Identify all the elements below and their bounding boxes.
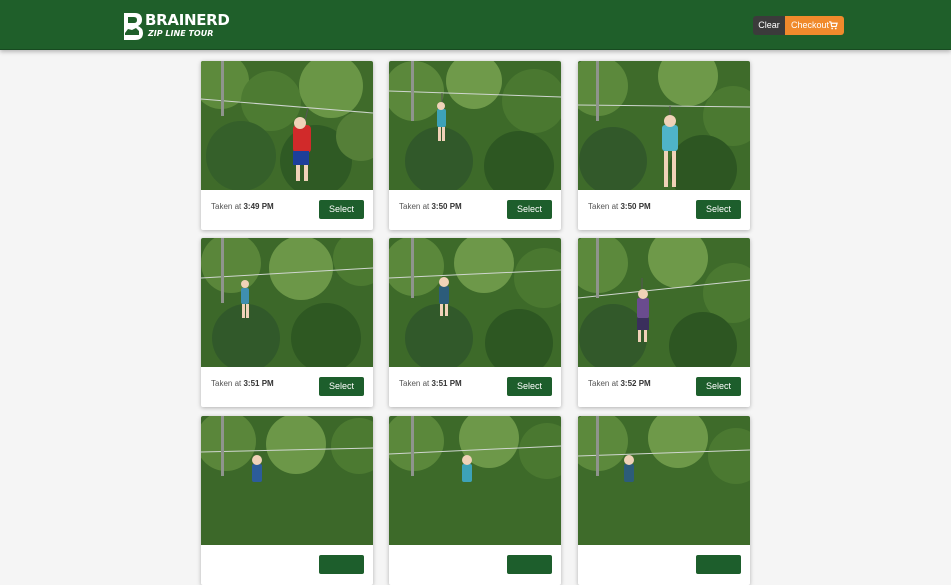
photo-caption: Taken at 3:51 PM [399, 379, 462, 388]
photo-caption: Taken at 3:49 PM [211, 202, 274, 211]
cart-icon [829, 21, 838, 30]
zipline-photo[interactable] [201, 61, 373, 190]
select-button[interactable]: Select [319, 377, 364, 396]
select-button[interactable] [507, 555, 552, 574]
select-button[interactable]: Select [507, 200, 552, 219]
zipline-photo[interactable] [578, 238, 750, 367]
zipline-photo[interactable] [578, 61, 750, 190]
clear-button[interactable]: Clear [753, 16, 785, 35]
zipline-photo[interactable] [201, 238, 373, 367]
photo-caption: Taken at 3:50 PM [588, 202, 651, 211]
photo-grid: Taken at 3:49 PM Select Taken at 3:50 PM… [0, 0, 951, 585]
photo-card[interactable]: Taken at 3:51 PM Select [201, 238, 373, 407]
photo-caption: Taken at 3:52 PM [588, 379, 651, 388]
photo-caption: Taken at 3:50 PM [399, 202, 462, 211]
photo-card[interactable]: Taken at 3:51 PM Select [389, 238, 561, 407]
zipline-photo[interactable] [389, 61, 561, 190]
brand-logo[interactable]: BRAINERD ZIP LINE TOUR [122, 11, 230, 41]
photo-card[interactable]: Taken at 3:49 PM Select [201, 61, 373, 230]
zipline-photo[interactable] [389, 238, 561, 367]
photo-card[interactable]: Taken at 3:52 PM Select [578, 238, 750, 407]
checkout-button[interactable]: Checkout [785, 16, 844, 35]
zipline-photo[interactable] [578, 416, 750, 545]
zipline-photo[interactable] [201, 416, 373, 545]
brand-name: BRAINERD [145, 11, 230, 29]
photo-card[interactable] [578, 416, 750, 585]
photo-card[interactable]: Taken at 3:50 PM Select [389, 61, 561, 230]
photo-card[interactable] [389, 416, 561, 585]
select-button[interactable] [319, 555, 364, 574]
checkout-label: Checkout [791, 20, 830, 30]
photo-card[interactable]: Taken at 3:50 PM Select [578, 61, 750, 230]
site-header: BRAINERD ZIP LINE TOUR Clear Checkout [0, 0, 951, 50]
select-button[interactable]: Select [507, 377, 552, 396]
select-button[interactable]: Select [696, 377, 741, 396]
zipline-photo[interactable] [389, 416, 561, 545]
photo-caption: Taken at 3:51 PM [211, 379, 274, 388]
photo-card[interactable] [201, 416, 373, 585]
select-button[interactable]: Select [319, 200, 364, 219]
select-button[interactable] [696, 555, 741, 574]
select-button[interactable]: Select [696, 200, 741, 219]
brand-tagline: ZIP LINE TOUR [148, 29, 214, 38]
bear-logo-icon [124, 13, 143, 40]
